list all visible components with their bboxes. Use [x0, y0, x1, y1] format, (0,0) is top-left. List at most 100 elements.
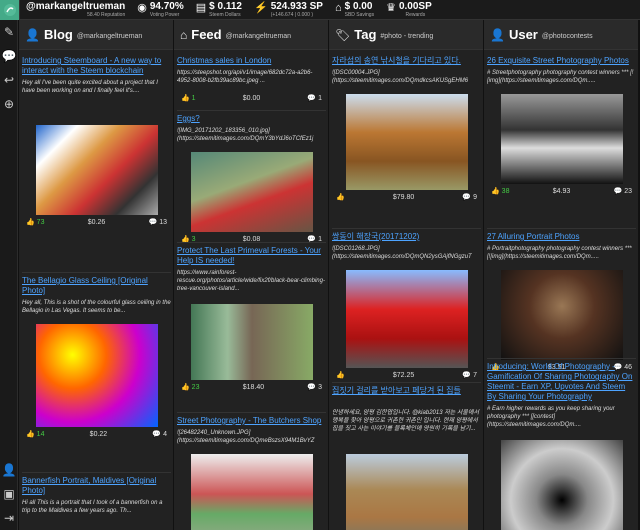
comment-count[interactable]: 💬 13 [149, 218, 167, 226]
column-title: Blog [43, 27, 73, 42]
vote-count[interactable]: 👍 23 [181, 383, 199, 391]
avatar[interactable] [0, 0, 20, 20]
post-card[interactable]: Eggs? ![IMG_20171202_183356_010.jpg](htt… [177, 114, 326, 244]
lightning-icon: ⚡ [253, 1, 268, 14]
post-thumbnail[interactable] [345, 270, 468, 368]
post-excerpt: https://steepshot.org/api/v1/image/682dc… [177, 70, 313, 84]
column-user: 👤 User @photocontests 26 Exquisite Stree… [484, 20, 639, 530]
post-card[interactable]: 쌍동이 해장국(20171202) ![DSC01268.JPG](https:… [332, 232, 481, 380]
savings-label: SBD Savings [344, 11, 375, 18]
post-card[interactable]: Street Photography - The Butchers Shop !… [177, 416, 326, 530]
thumbs-up-icon: 👍 [336, 372, 345, 379]
top-status-bar: @markangeltrueman 58.40 Reputation ◉ 94.… [0, 0, 640, 20]
steem-power-label: (+146.674 | 0.000 ) [270, 11, 313, 18]
post-card[interactable]: 26 Exquisite Street Photography Photos #… [487, 56, 636, 196]
comment-count[interactable]: 💬 9 [462, 193, 477, 201]
post-divider [332, 382, 481, 383]
logout-icon[interactable]: ⇥ [0, 506, 18, 530]
add-column-icon[interactable]: ⊕ [0, 92, 18, 116]
vote-count[interactable]: 👍 [336, 371, 345, 379]
vote-count[interactable]: 👍 [336, 193, 345, 201]
post-card[interactable]: Bannerfish Portrait, Maldives [Original … [22, 476, 171, 524]
post-excerpt: ![DSC01268.JPG](https://steemitimages.co… [332, 246, 472, 260]
post-divider [332, 228, 481, 229]
vote-count[interactable]: 👍 1 [181, 94, 196, 102]
post-divider [177, 242, 326, 243]
post-card[interactable]: 집짓기 걸리를 받아보고 페당겨 된 집들 안녕하세요, 양평 김한엽입니다. … [332, 386, 481, 530]
comment-icon: 💬 [152, 431, 162, 438]
post-title-link[interactable]: 자라섬의 송연 낚시철을 기다리고 있다. [332, 56, 481, 66]
left-sidebar: ✎ 💬 ↩ ⊕ 👤 ▣ ⇥ [0, 20, 18, 530]
vote-count[interactable]: 👍 73 [26, 218, 44, 226]
post-card[interactable]: Introducing Steemboard - A new way to in… [22, 56, 171, 227]
post-title-link[interactable]: Introducing: World Of Photography - Gami… [487, 362, 636, 402]
post-title-link[interactable]: The Bellagio Glass Ceiling [Original Pho… [22, 276, 171, 296]
reply-icon[interactable]: ↩ [0, 68, 18, 92]
post-card[interactable]: 27 Alluring Portrait Photos # Portraitph… [487, 232, 636, 372]
steem-dollars-label: Steem Dollars [209, 11, 241, 18]
post-title-link[interactable]: 27 Alluring Portrait Photos [487, 232, 636, 242]
payout-value: $79.80 [392, 193, 415, 201]
comment-icon: 💬 [307, 95, 317, 102]
post-footer: 👍 23 $18.40 💬 3 [177, 382, 326, 392]
post-title-link[interactable]: Introducing Steemboard - A new way to in… [22, 56, 171, 76]
post-card[interactable]: The Bellagio Glass Ceiling [Original Pho… [22, 276, 171, 439]
post-thumbnail[interactable] [345, 94, 468, 190]
comment-count[interactable]: 💬 3 [307, 383, 322, 391]
post-divider [487, 358, 636, 359]
user-icon: 👤 [490, 27, 505, 42]
post-card[interactable]: Christmas sales in London https://steeps… [177, 56, 326, 103]
thumbs-up-icon: 👍 [26, 219, 35, 226]
post-card[interactable]: Introducing: World Of Photography - Gami… [487, 362, 636, 530]
post-title-link[interactable]: Christmas sales in London [177, 56, 326, 66]
post-thumbnail[interactable] [500, 94, 623, 184]
comment-count[interactable]: 💬 7 [462, 371, 477, 379]
post-excerpt: # Earn higher rewards as you keep sharin… [487, 406, 615, 428]
chat-icon[interactable]: 💬 [0, 44, 18, 68]
column-header[interactable]: 👤 Blog @markangeltrueman [19, 20, 173, 50]
comment-icon: 💬 [307, 384, 317, 391]
post-thumbnail[interactable] [35, 125, 158, 215]
post-title-link[interactable]: Bannerfish Portrait, Maldives [Original … [22, 476, 171, 496]
vote-count[interactable]: 👍 38 [491, 187, 509, 195]
column-header[interactable]: 👤 User @photocontests [484, 20, 638, 50]
profile-icon[interactable]: 👤 [0, 458, 18, 482]
post-excerpt: Hey all I've been quite excited about a … [22, 80, 158, 94]
post-card[interactable]: Protect The Last Primeval Forests - Your… [177, 246, 326, 392]
post-thumbnail[interactable] [35, 324, 158, 427]
post-title-link[interactable]: Eggs? [177, 114, 326, 124]
steem-dollars-stat: ▤ $ 0.112 Steem Dollars [190, 0, 248, 20]
post-title-link[interactable]: Protect The Last Primeval Forests - Your… [177, 246, 326, 266]
post-title-link[interactable]: Street Photography - The Butchers Shop [177, 416, 326, 426]
column-title: Tag [354, 27, 377, 42]
column-subtitle: #photo - trending [380, 32, 434, 40]
wallet-icon[interactable]: ▣ [0, 482, 18, 506]
post-thumbnail[interactable] [500, 440, 623, 530]
edit-icon[interactable]: ✎ [0, 20, 18, 44]
post-thumbnail[interactable] [345, 454, 468, 530]
post-excerpt: ![IMG_20171202_183356_010.jpg](https://s… [177, 128, 314, 142]
account-username[interactable]: @markangeltrueman [26, 1, 125, 12]
thumbs-up-icon: 👍 [181, 384, 190, 391]
post-title-link[interactable]: 집짓기 걸리를 받아보고 페당겨 된 집들 [332, 386, 481, 406]
trophy-icon: ♛ [386, 1, 396, 14]
column-header[interactable]: 🏷 Tag #photo - trending [329, 20, 483, 50]
steem-power-value: 524.933 SP [270, 0, 323, 12]
post-card[interactable]: 자라섬의 송연 낚시철을 기다리고 있다. ![DSC00004.JPG](ht… [332, 56, 481, 202]
post-thumbnail[interactable] [190, 454, 313, 530]
thumbs-up-icon: 👍 [181, 95, 190, 102]
vote-count[interactable]: 👍 14 [26, 430, 44, 438]
post-divider [177, 110, 326, 111]
post-thumbnail[interactable] [190, 304, 313, 380]
post-excerpt: https://www.rainforest-rescue.org/photos… [177, 270, 325, 292]
post-thumbnail[interactable] [500, 270, 623, 360]
post-title-link[interactable]: 쌍동이 해장국(20171202) [332, 232, 481, 242]
post-title-link[interactable]: 26 Exquisite Street Photography Photos [487, 56, 636, 66]
column-header[interactable]: ⌂ Feed @markangeltrueman [174, 20, 328, 50]
comment-count[interactable]: 💬 23 [614, 187, 632, 195]
payout-value: $18.40 [242, 383, 265, 391]
post-divider [22, 272, 171, 273]
comment-count[interactable]: 💬 4 [152, 430, 167, 438]
comment-count[interactable]: 💬 1 [307, 94, 322, 102]
post-thumbnail[interactable] [190, 152, 313, 232]
